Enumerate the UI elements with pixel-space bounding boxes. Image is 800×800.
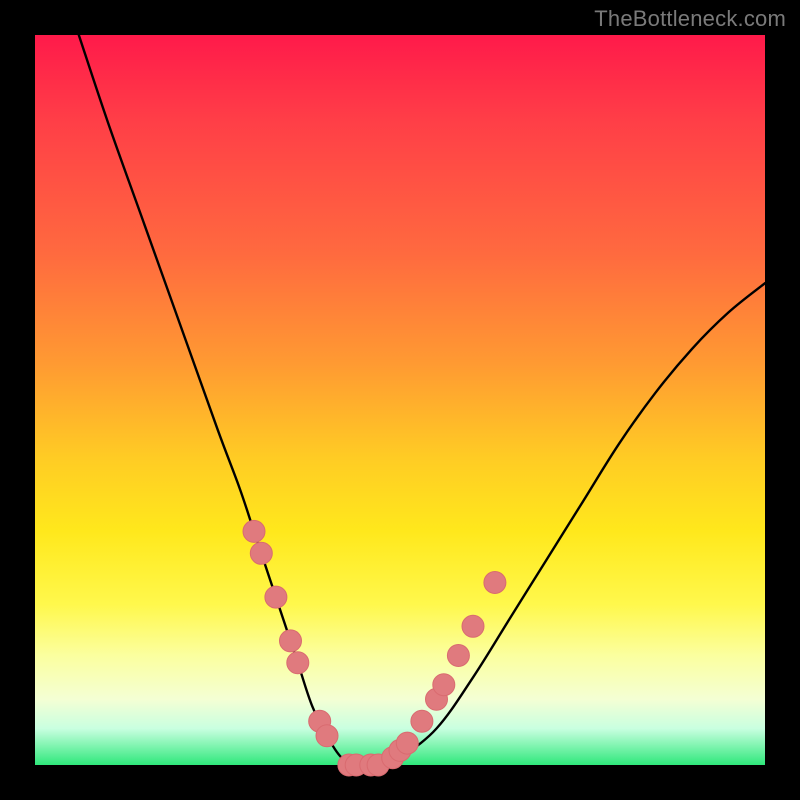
marker-point bbox=[447, 645, 469, 667]
bottleneck-curve bbox=[79, 35, 765, 766]
chart-svg bbox=[35, 35, 765, 765]
outer-frame: TheBottleneck.com bbox=[0, 0, 800, 800]
marker-group bbox=[243, 520, 506, 776]
marker-point bbox=[287, 652, 309, 674]
marker-point bbox=[462, 615, 484, 637]
marker-point bbox=[396, 732, 418, 754]
plot-area bbox=[35, 35, 765, 765]
marker-point bbox=[411, 710, 433, 732]
marker-point bbox=[265, 586, 287, 608]
watermark-text: TheBottleneck.com bbox=[594, 6, 786, 32]
marker-point bbox=[316, 725, 338, 747]
marker-point bbox=[280, 630, 302, 652]
marker-point bbox=[243, 520, 265, 542]
marker-point bbox=[433, 674, 455, 696]
marker-point bbox=[484, 572, 506, 594]
marker-point bbox=[250, 542, 272, 564]
